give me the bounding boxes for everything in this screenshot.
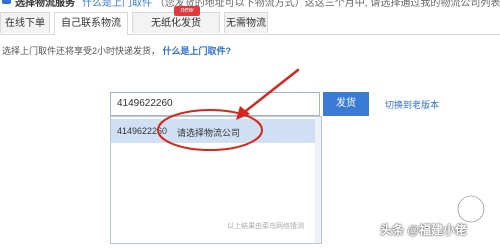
send-button[interactable]: 发货 [323,92,369,116]
tab-no-logistics[interactable]: 无需物流 [224,12,268,33]
pickup-tip: 选择上门取件还将享受2小时快递发货， 什么是上门取件? [2,44,231,57]
header-note: 什么是上门取件 （您发货的地址可以下物流方式）这这三个月中, 请选择通过我的物流… [82,0,500,9]
watermark-logo-icon [457,195,485,223]
tab-online-order[interactable]: 在线下单 [0,12,50,33]
header-note-link[interactable]: 什么是上门取件 [82,0,152,9]
suggestion-tracking-number: 4149622260 [117,126,168,136]
suggestion-carrier-placeholder: 请选择物流公司 [177,128,241,138]
watermark-text: 头条 @福建小佬 [380,223,468,237]
new-badge: new [174,6,200,16]
pickup-tip-text: 选择上门取件还将享受2小时快递发货， [2,46,161,56]
pickup-help-link[interactable]: 什么是上门取件? [163,46,232,56]
suggestion-row[interactable]: 4149622260 请选择物流公司 [111,119,317,143]
app-logo-icon [2,0,11,4]
suggestion-dropdown: 4149622260 请选择物流公司 以上结果由菜鸟网络猜测 [110,116,322,244]
tracking-number-input[interactable]: 4149622260 [110,92,320,116]
header-note-text: （您发货的地址可以下物流方式）这这三个月中, 请选择通过我的物流公司列表 [154,0,500,9]
header-title: 选择物流服务 [15,0,75,9]
dropdown-scrollbar[interactable] [315,117,321,243]
suggestion-source-hint: 以上结果由菜鸟网络猜测 [227,223,304,230]
header-bar: 选择物流服务 什么是上门取件 （您发货的地址可以下物流方式）这这三个月中, 请选… [0,0,500,10]
tab-bar: 在线下单 自己联系物流 无纸化发货 无需物流 [0,12,500,35]
switch-old-version-link[interactable]: 切换到老版本 [385,98,439,111]
tab-self-contact-logistics[interactable]: 自己联系物流 [54,12,128,35]
